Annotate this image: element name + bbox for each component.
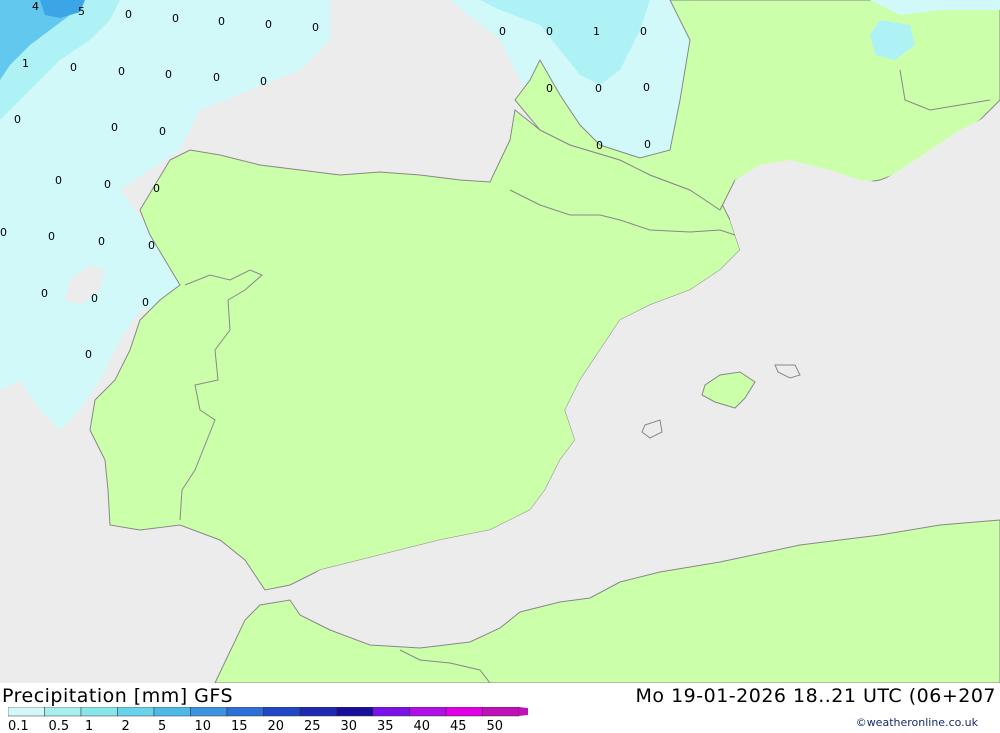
- value-label: 0: [596, 139, 603, 152]
- value-label: 0: [265, 18, 272, 31]
- scale-swatch: [482, 707, 520, 717]
- value-label: 0: [98, 235, 105, 248]
- value-label: 1: [593, 25, 600, 38]
- scale-swatch: [8, 707, 45, 717]
- scale-tick-label: 1: [85, 719, 93, 733]
- scale-tick-label: 40: [414, 719, 431, 733]
- legend-time: Mo 19-01-2026 18..21 UTC (06+207: [635, 685, 996, 707]
- value-label: 0: [41, 287, 48, 300]
- legend-bar: Precipitation [mm] GFS Mo 19-01-2026 18.…: [0, 683, 1000, 733]
- value-label: 0: [499, 25, 506, 38]
- value-label: 0: [218, 15, 225, 28]
- value-label: 0: [0, 226, 7, 239]
- value-label: 0: [213, 71, 220, 84]
- value-label: 0: [85, 348, 92, 361]
- scale-arrow: [519, 707, 528, 716]
- scale-tick-label: 2: [122, 719, 130, 733]
- scale-swatch: [336, 707, 374, 717]
- scale-tick-label: 50: [487, 719, 504, 733]
- scale-swatch: [445, 707, 483, 717]
- scale-swatch: [117, 707, 155, 717]
- credit-text: ©weatheronline.co.uk: [855, 716, 978, 729]
- scale-tick-label: 10: [195, 719, 212, 733]
- value-label: 0: [640, 25, 647, 38]
- value-label: 0: [48, 230, 55, 243]
- scale-tick-label: 15: [231, 719, 248, 733]
- value-label: 0: [595, 82, 602, 95]
- color-scale: 0.1 0.5 1 2 5 10 15 20 25 30 35 40 45 50: [8, 707, 528, 733]
- scale-tick-label: 30: [341, 719, 358, 733]
- scale-tick-label: 20: [268, 719, 285, 733]
- value-label: 0: [70, 61, 77, 74]
- value-label: 1: [22, 57, 29, 70]
- legend-title: Precipitation [mm] GFS: [2, 685, 234, 707]
- value-label: 0: [118, 65, 125, 78]
- scale-tick-label: 45: [450, 719, 467, 733]
- scale-swatch: [409, 707, 447, 717]
- scale-swatch: [226, 707, 264, 717]
- value-label: 0: [172, 12, 179, 25]
- scale-tick-label: 0.1: [8, 719, 29, 733]
- value-label: 0: [312, 21, 319, 34]
- precipitation-map: 4 5 0 0 0 0 0 1 0 0 0 0 0 0 0 0 0 0 0 0 …: [0, 0, 1000, 684]
- value-label: 0: [91, 292, 98, 305]
- value-label: 0: [111, 121, 118, 134]
- scale-swatch: [299, 707, 337, 717]
- value-label: 0: [142, 296, 149, 309]
- scale-tick-label: 5: [158, 719, 166, 733]
- value-label: 0: [159, 125, 166, 138]
- scale-swatch: [372, 707, 410, 717]
- value-label: 5: [78, 5, 85, 18]
- scale-swatch: [80, 707, 118, 717]
- value-label: 0: [55, 174, 62, 187]
- value-label: 4: [32, 0, 39, 13]
- value-label: 0: [260, 75, 267, 88]
- value-label: 0: [104, 178, 111, 191]
- value-label: 0: [546, 82, 553, 95]
- value-label: 0: [165, 68, 172, 81]
- value-label: 0: [14, 113, 21, 126]
- value-label: 0: [148, 239, 155, 252]
- scale-tick-label: 35: [377, 719, 394, 733]
- scale-swatch: [44, 707, 82, 717]
- scale-swatch: [190, 707, 228, 717]
- scale-tick-label: 0.5: [49, 719, 70, 733]
- value-label: 0: [153, 182, 160, 195]
- value-label: 0: [643, 81, 650, 94]
- value-label: 0: [125, 8, 132, 21]
- scale-swatch: [153, 707, 191, 717]
- value-label: 0: [644, 138, 651, 151]
- value-label: 0: [546, 25, 553, 38]
- scale-tick-label: 25: [304, 719, 321, 733]
- scale-swatch: [263, 707, 301, 717]
